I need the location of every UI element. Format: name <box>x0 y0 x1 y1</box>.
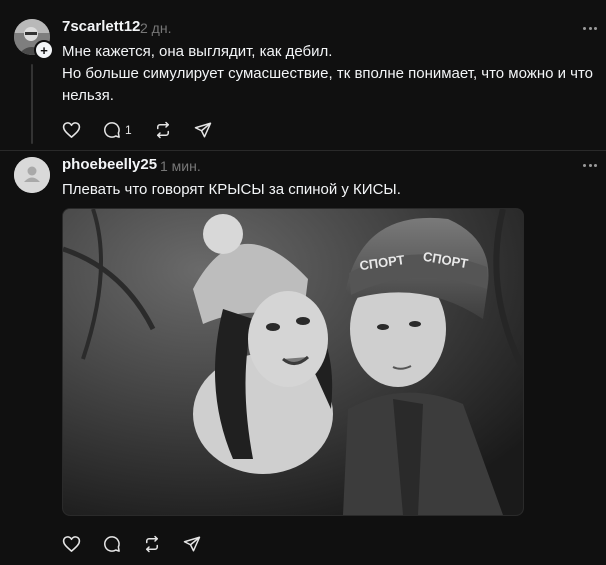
username[interactable]: 7scarlett12 <box>62 18 140 35</box>
post-time: 2 дн. <box>140 20 172 36</box>
share-icon <box>194 122 211 138</box>
share-icon <box>183 536 201 552</box>
repost-icon <box>156 121 169 139</box>
reply-count: 1 <box>125 123 132 137</box>
more-options-icon[interactable] <box>583 27 597 31</box>
share-button[interactable] <box>194 121 212 139</box>
heart-icon <box>62 122 81 138</box>
post-text: Плевать что говорят КРЫСЫ за спиной у КИ… <box>62 181 401 198</box>
threads-feed: + 7scarlett12 2 дн. Мне кажется, она выг… <box>0 0 606 565</box>
heart-icon <box>62 536 81 552</box>
post-actions: 1 <box>62 120 234 140</box>
post-image[interactable]: СПОРТ СПОРТ <box>62 208 524 516</box>
default-user-icon <box>14 157 50 193</box>
like-button[interactable] <box>62 535 81 553</box>
more-options-icon[interactable] <box>583 164 597 168</box>
post-text-line: нельзя. <box>62 87 114 104</box>
post: phoebeelly25 1 мин. Плевать что говорят … <box>0 150 606 565</box>
post-text: Мне кажется, она выглядит, как дебил. Но… <box>62 41 598 107</box>
reply-button[interactable]: 1 <box>103 121 132 139</box>
post: + 7scarlett12 2 дн. Мне кажется, она выг… <box>0 0 606 150</box>
follow-button[interactable]: + <box>34 40 54 60</box>
reply-button[interactable] <box>103 535 121 553</box>
comment-icon <box>104 536 120 552</box>
repost-icon <box>146 535 158 553</box>
post-time: 1 мин. <box>160 158 201 174</box>
repost-button[interactable] <box>154 121 172 139</box>
like-button[interactable] <box>62 121 81 139</box>
post-text-line: Но больше симулирует сумасшествие, тк вп… <box>62 65 594 82</box>
thread-line <box>31 64 33 144</box>
avatar[interactable] <box>14 157 50 193</box>
comment-icon <box>104 122 120 138</box>
username[interactable]: phoebeelly25 <box>62 156 157 173</box>
post-actions <box>62 534 223 554</box>
post-text-line: Мне кажется, она выглядит, как дебил. <box>62 43 333 60</box>
repost-button[interactable] <box>143 535 161 553</box>
share-button[interactable] <box>183 535 201 553</box>
